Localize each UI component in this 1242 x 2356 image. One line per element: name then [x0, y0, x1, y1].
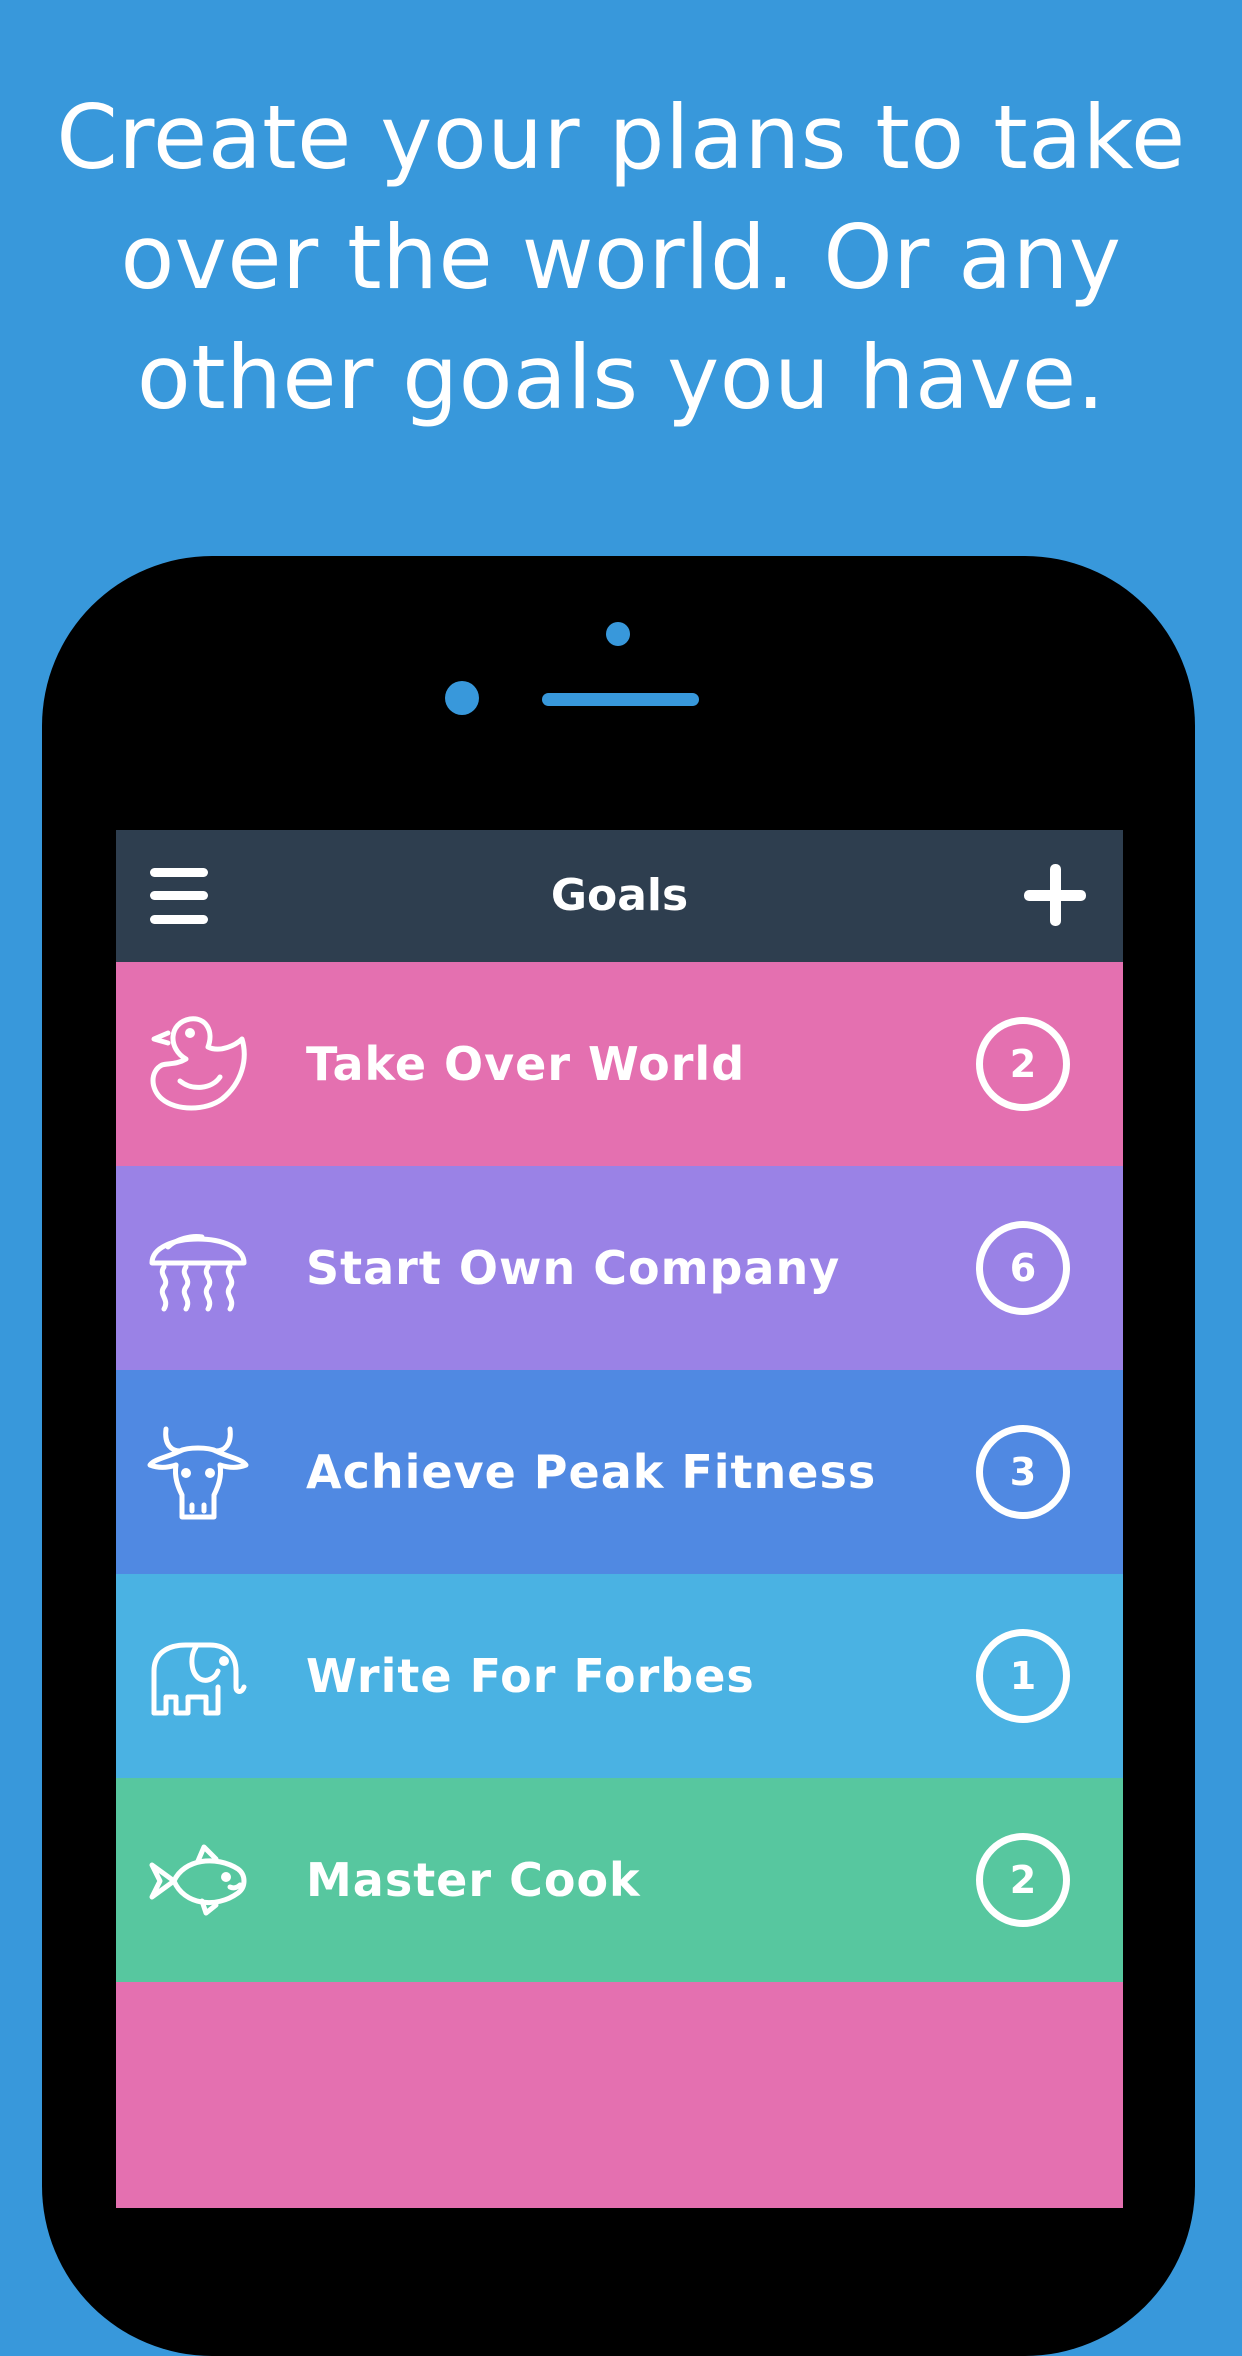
goal-title: Start Own Company	[306, 1241, 841, 1295]
goal-count-badge: 2	[976, 1833, 1070, 1927]
fish-icon	[146, 1825, 250, 1935]
app-screen: Goals Take Over World 2 Start Own Compan…	[116, 830, 1123, 2208]
goal-row-take-over-world[interactable]: Take Over World 2	[116, 962, 1123, 1166]
goal-count-badge: 2	[976, 1017, 1070, 1111]
goal-title: Take Over World	[306, 1037, 746, 1091]
goal-count-badge: 3	[976, 1425, 1070, 1519]
nav-bar: Goals	[116, 830, 1123, 962]
goal-row-master-cook[interactable]: Master Cook 2	[116, 1778, 1123, 1982]
goal-list: Take Over World 2 Start Own Company 6 Ac…	[116, 962, 1123, 1982]
cow-icon	[146, 1417, 250, 1527]
goal-count-badge: 1	[976, 1629, 1070, 1723]
phone-camera	[445, 681, 479, 715]
goal-title: Master Cook	[306, 1853, 641, 1907]
elephant-icon	[146, 1621, 250, 1731]
goal-row-write-for-forbes[interactable]: Write For Forbes 1	[116, 1574, 1123, 1778]
goal-count-badge: 6	[976, 1221, 1070, 1315]
goal-row-achieve-peak-fitness[interactable]: Achieve Peak Fitness 3	[116, 1370, 1123, 1574]
goal-row-start-own-company[interactable]: Start Own Company 6	[116, 1166, 1123, 1370]
phone-sensor	[606, 622, 630, 646]
page-title: Goals	[550, 870, 689, 921]
plus-icon[interactable]	[1024, 864, 1086, 926]
jellyfish-icon	[146, 1213, 250, 1323]
goal-title: Achieve Peak Fitness	[306, 1445, 877, 1499]
promo-headline: Create your plans to take over the world…	[56, 86, 1186, 429]
goal-title: Write For Forbes	[306, 1649, 755, 1703]
duck-icon	[146, 1009, 250, 1119]
phone-speaker	[542, 693, 699, 706]
